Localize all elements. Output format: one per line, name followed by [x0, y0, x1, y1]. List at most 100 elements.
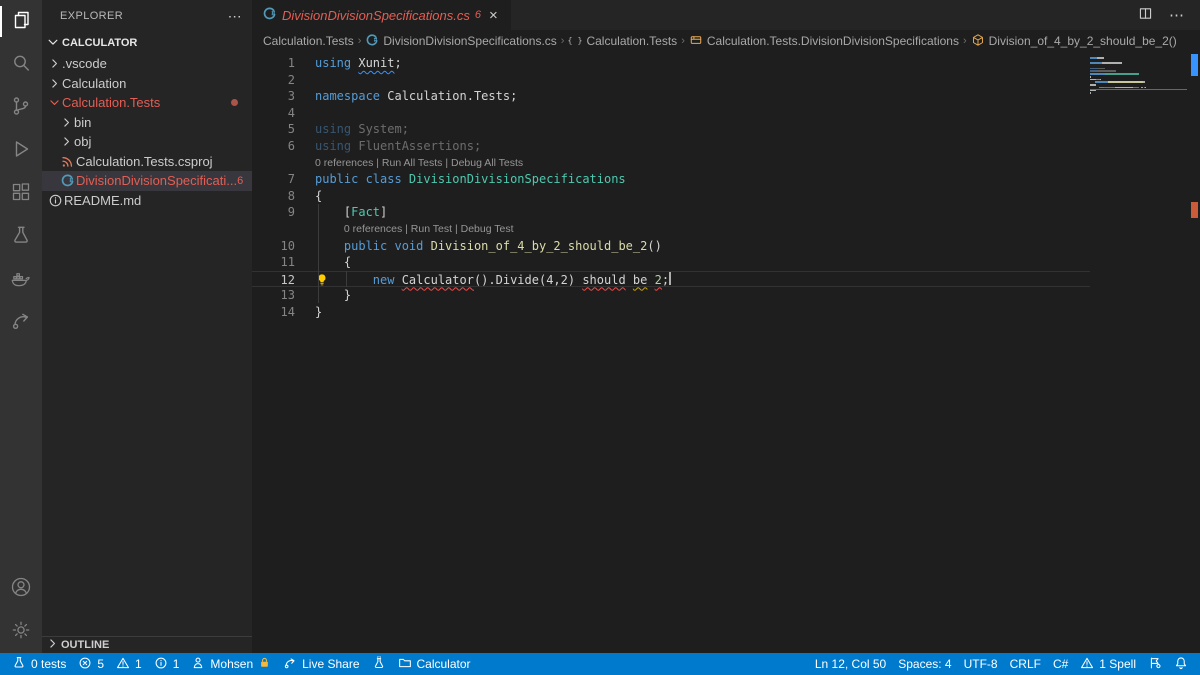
breadcrumb-item-calculation-tests[interactable]: { }Calculation.Tests [568, 33, 677, 50]
status-language-mode[interactable]: C# [1047, 653, 1074, 675]
folder-icon [398, 656, 412, 673]
breadcrumb-item-calculation-tests-divisiondivisionspecifications[interactable]: Calculation.Tests.DivisionDivisionSpecif… [689, 33, 959, 50]
activity-item-search[interactable] [0, 43, 42, 86]
activity-item-source-control[interactable] [0, 86, 42, 129]
code-line-4[interactable]: 4 [252, 105, 1090, 122]
breadcrumb-separator: › [963, 35, 967, 47]
minimap-line [1090, 79, 1187, 81]
sidebar-item-bin[interactable]: bin [42, 113, 252, 133]
status-flask-status[interactable] [366, 653, 392, 675]
status-eol[interactable]: CRLF [1004, 653, 1047, 675]
breadcrumb-item-calculation-tests[interactable]: Calculation.Tests [263, 34, 354, 48]
tab-close-icon[interactable]: × [486, 7, 501, 24]
editor-group: DivisionDivisionSpecifications.cs 6 × ⋯ … [252, 0, 1200, 653]
breadcrumbs: Calculation.Tests › DivisionDivisionSpecif… [252, 30, 1200, 52]
activity-item-run-debug[interactable] [0, 129, 42, 172]
tree-item-label: README.md [64, 193, 141, 208]
status-label: Mohsen [210, 657, 253, 671]
activity-item-testing[interactable] [0, 215, 42, 258]
status-spell-checker[interactable]: 1 Spell [1074, 653, 1142, 675]
code-line-5[interactable]: 5using System; [252, 121, 1090, 138]
info-file-icon [46, 193, 64, 208]
tree-item-label: Calculation [62, 76, 126, 91]
tab-label: DivisionDivisionSpecifications.cs [282, 8, 470, 23]
sidebar-item-obj[interactable]: obj [42, 132, 252, 152]
line-number: 1 [252, 55, 295, 72]
more-actions-icon[interactable]: ⋯ [1169, 6, 1184, 24]
status-cursor-position[interactable]: Ln 12, Col 50 [809, 653, 892, 675]
status-liveshare-user[interactable]: Mohsen [185, 653, 277, 675]
status-label: UTF-8 [964, 657, 998, 671]
sidebar-header: EXPLORER ⋯ [42, 0, 252, 32]
breadcrumb-item-division-of-4-by-2-should-be-2[interactable]: Division_of_4_by_2_should_be_2() [971, 33, 1177, 50]
breadcrumb-label: Calculation.Tests [586, 34, 677, 48]
sidebar-item-calculation-tests[interactable]: Calculation.Tests [42, 93, 252, 113]
tree-item-label: bin [74, 115, 91, 130]
activity-item-accounts[interactable] [0, 567, 42, 610]
codelens-links[interactable]: 0 references | Run Test | Debug Test [252, 221, 1090, 238]
status-problems-warnings[interactable]: 1 [110, 653, 148, 675]
status-tests-status[interactable]: 0 tests [6, 653, 72, 675]
breadcrumb-label: DivisionDivisionSpecifications.cs [383, 34, 556, 48]
status-notifications[interactable] [1168, 653, 1194, 675]
sidebar-more-icon[interactable]: ⋯ [228, 8, 242, 25]
code-line-13[interactable]: 13 } [252, 287, 1090, 304]
status-encoding[interactable]: UTF-8 [958, 653, 1004, 675]
split-editor-icon[interactable] [1138, 6, 1153, 24]
code-line-12[interactable]: 12 new Calculator().Divide(4,2) should b… [252, 271, 1090, 288]
extensions-icon [9, 180, 33, 207]
code-line-8[interactable]: 8{ [252, 188, 1090, 205]
minimap-line [1090, 76, 1187, 78]
live-share-icon [9, 309, 33, 336]
activity-item-live-share[interactable] [0, 301, 42, 344]
status-indentation[interactable]: Spaces: 4 [892, 653, 957, 675]
sidebar-item-readme-md[interactable]: README.md [42, 191, 252, 211]
status-liveshare-session[interactable]: Live Share [277, 653, 365, 675]
sidebar-item-vscode[interactable]: .vscode [42, 54, 252, 74]
status-feedback[interactable] [1142, 653, 1168, 675]
status-workspace-folder[interactable]: Calculator [392, 653, 477, 675]
sidebar-item-divisiondivisionspecificati[interactable]: DivisionDivisionSpecificati...6 [42, 171, 252, 191]
code-line-9[interactable]: 9 [Fact] [252, 204, 1090, 221]
line-number: 12 [252, 272, 295, 287]
line-number: 8 [252, 188, 295, 205]
sidebar-item-calculation[interactable]: Calculation [42, 74, 252, 94]
code-line-14[interactable]: 14} [252, 304, 1090, 321]
sidebar-item-calculation-tests-csproj[interactable]: Calculation.Tests.csproj [42, 152, 252, 172]
breadcrumb-label: Calculation.Tests [263, 34, 354, 48]
code-line-1[interactable]: 1using Xunit; [252, 55, 1090, 72]
code-line-10[interactable]: 10 public void Division_of_4_by_2_should… [252, 238, 1090, 255]
activity-item-extensions[interactable] [0, 172, 42, 215]
activity-item-settings[interactable] [0, 610, 42, 653]
live-share-small-icon [283, 656, 297, 673]
code-line-3[interactable]: 3namespace Calculation.Tests; [252, 88, 1090, 105]
codelens-links[interactable]: 0 references | Run All Tests | Debug All… [252, 155, 1090, 172]
code-line-2[interactable]: 2 [252, 72, 1090, 89]
chevron-right-icon [58, 135, 74, 148]
flask-icon [372, 656, 386, 673]
tab-divisiondivisionspecifications[interactable]: DivisionDivisionSpecifications.cs 6 × [252, 0, 511, 30]
breadcrumb-separator: › [561, 35, 565, 47]
minimap[interactable] [1090, 57, 1187, 95]
code-line-6[interactable]: 6using FluentAssertions; [252, 138, 1090, 155]
status-problems-errors[interactable]: 5 [72, 653, 110, 675]
error-marker [1191, 202, 1198, 218]
minimap-line [1090, 92, 1187, 94]
editor-actions: ⋯ [1138, 0, 1200, 30]
status-label: CRLF [1010, 657, 1041, 671]
chevron-right-icon [46, 637, 59, 653]
breadcrumb-label: Calculation.Tests.DivisionDivisionSpecif… [707, 34, 959, 48]
minimap-line [1090, 62, 1187, 64]
code-editor[interactable]: 1using Xunit;23namespace Calculation.Tes… [252, 52, 1200, 653]
status-problems-info[interactable]: 1 [148, 653, 186, 675]
code-line-11[interactable]: 11 { [252, 254, 1090, 271]
overview-ruler[interactable] [1189, 52, 1200, 653]
chevron-right-icon [46, 57, 62, 70]
workspace-section-header[interactable]: CALCULATOR [42, 32, 252, 54]
activity-item-docker[interactable] [0, 258, 42, 301]
code-line-7[interactable]: 7public class DivisionDivisionSpecificat… [252, 171, 1090, 188]
outline-section-header[interactable]: OUTLINE [42, 636, 252, 653]
activity-item-explorer[interactable] [0, 0, 42, 43]
chevron-down-icon [46, 96, 62, 109]
breadcrumb-item-divisiondivisionspecifications-cs[interactable]: DivisionDivisionSpecifications.cs [365, 33, 556, 50]
